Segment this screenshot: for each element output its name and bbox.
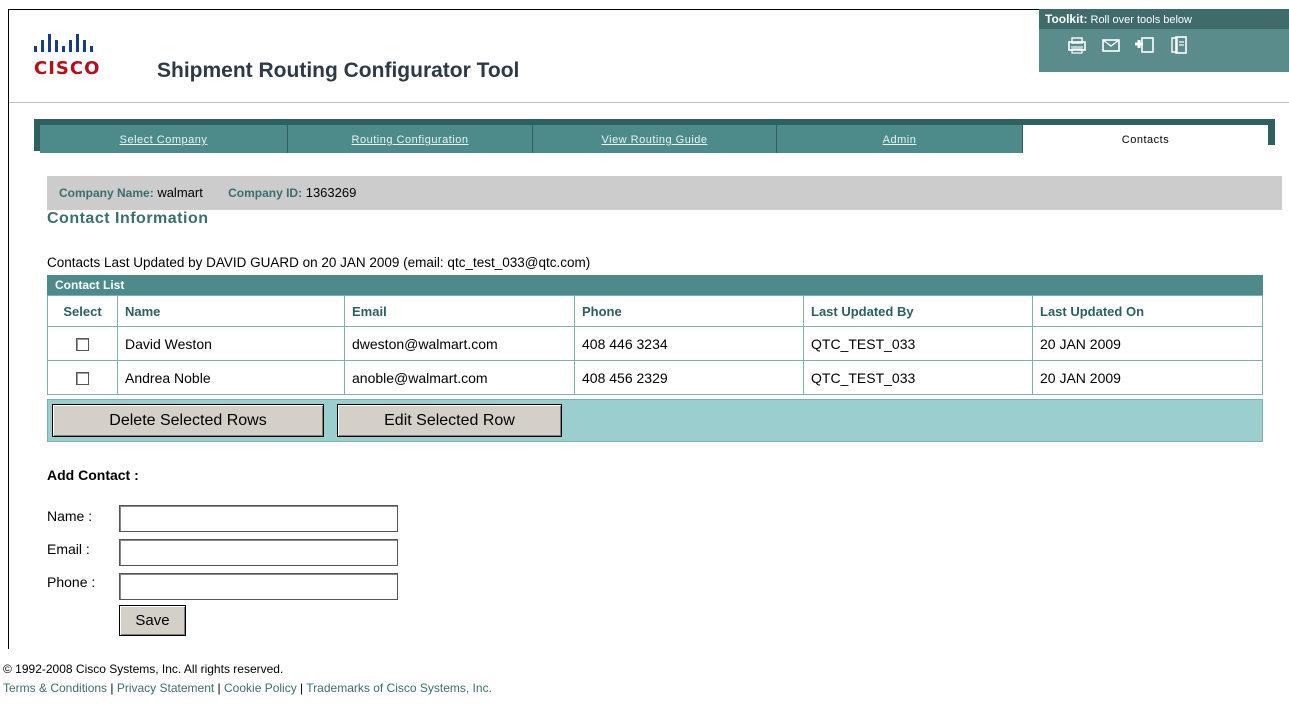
- contact-email-cell: anoble@walmart.com: [344, 360, 575, 395]
- column-header-email: Email: [344, 295, 575, 327]
- company-name-label: Company Name:: [59, 186, 154, 200]
- cisco-wordmark: CISCO: [34, 58, 101, 79]
- contact-updated-on-cell: 20 JAN 2009: [1032, 326, 1263, 361]
- contacts-table: Select Name Email Phone Last Updated By …: [47, 295, 1263, 395]
- tab-contacts[interactable]: Contacts: [1023, 125, 1268, 153]
- select-cell: [47, 360, 118, 395]
- column-header-last-updated-by: Last Updated By: [803, 295, 1033, 327]
- contact-updated-on-cell: 20 JAN 2009: [1032, 360, 1263, 395]
- contact-name-cell: Andrea Noble: [117, 360, 345, 395]
- toolkit-hint: Roll over tools below: [1090, 14, 1193, 26]
- tab-bar-frame-right: [1268, 119, 1275, 145]
- company-id-value: 1363269: [305, 185, 357, 200]
- table-row: David Weston dweston@walmart.com 408 446…: [47, 326, 1263, 361]
- toolkit-label: Toolkit:: [1045, 12, 1088, 26]
- app-title: Shipment Routing Configurator Tool: [157, 59, 520, 82]
- page-left-border: [8, 9, 9, 649]
- tab-bar: Select Company Routing Configuration Vie…: [40, 125, 1268, 153]
- column-header-select: Select: [47, 295, 118, 327]
- company-info-bar: Company Name: walmart Company ID: 136326…: [47, 176, 1282, 210]
- footer-link-privacy[interactable]: Privacy Statement: [117, 681, 214, 695]
- contact-name-cell: David Weston: [117, 326, 345, 361]
- table-row: Andrea Noble anoble@walmart.com 408 456 …: [47, 360, 1263, 395]
- add-contact-title: Add Contact :: [47, 467, 139, 483]
- cisco-logo-bars-icon: [34, 32, 144, 52]
- header-divider: [9, 102, 1289, 103]
- footer-link-terms[interactable]: Terms & Conditions: [3, 681, 107, 695]
- tab-select-company[interactable]: Select Company: [40, 125, 288, 153]
- column-header-name: Name: [117, 295, 345, 327]
- contact-phone-cell: 408 446 3234: [574, 326, 804, 361]
- column-header-last-updated-on: Last Updated On: [1032, 295, 1263, 327]
- contact-updated-by-cell: QTC_TEST_033: [803, 326, 1033, 361]
- company-id-label: Company ID:: [228, 186, 303, 200]
- contact-list-header: Contact List: [47, 275, 1263, 295]
- tab-view-routing-guide[interactable]: View Routing Guide: [533, 125, 777, 153]
- edit-selected-row-button[interactable]: Edit Selected Row: [337, 404, 562, 437]
- footer-link-trademarks[interactable]: Trademarks of Cisco Systems, Inc.: [306, 681, 492, 695]
- row-select-checkbox[interactable]: [76, 372, 89, 386]
- print-icon[interactable]: [1067, 35, 1087, 55]
- row-select-checkbox[interactable]: [76, 338, 89, 352]
- phone-label: Phone :: [47, 574, 96, 590]
- table-action-bar: Delete Selected Rows Edit Selected Row: [47, 399, 1263, 442]
- copyright-text: © 1992-2008 Cisco Systems, Inc. All righ…: [3, 662, 284, 676]
- toolkit-header: Toolkit: Roll over tools below: [1039, 9, 1289, 29]
- name-input[interactable]: [119, 505, 398, 532]
- email-input[interactable]: [119, 539, 398, 566]
- column-header-phone: Phone: [574, 295, 804, 327]
- contact-phone-cell: 408 456 2329: [574, 360, 804, 395]
- table-header-row: Select Name Email Phone Last Updated By …: [47, 295, 1263, 327]
- tab-routing-configuration[interactable]: Routing Configuration: [288, 125, 533, 153]
- email-icon[interactable]: [1101, 35, 1121, 55]
- select-cell: [47, 326, 118, 361]
- section-title: Contact Information: [47, 210, 209, 227]
- tab-admin[interactable]: Admin: [777, 125, 1023, 153]
- phone-input[interactable]: [119, 573, 398, 600]
- footer-link-cookie[interactable]: Cookie Policy: [224, 681, 297, 695]
- add-bookmark-icon[interactable]: [1135, 35, 1155, 55]
- last-updated-text: Contacts Last Updated by DAVID GUARD on …: [47, 255, 591, 270]
- delete-selected-rows-button[interactable]: Delete Selected Rows: [52, 404, 324, 437]
- contact-email-cell: dweston@walmart.com: [344, 326, 575, 361]
- document-icon[interactable]: [1169, 35, 1189, 55]
- footer-links: Terms & Conditions | Privacy Statement |…: [3, 681, 492, 695]
- cisco-logo: CISCO: [34, 32, 144, 82]
- contact-updated-by-cell: QTC_TEST_033: [803, 360, 1033, 395]
- toolkit-panel: Toolkit: Roll over tools below: [1039, 9, 1289, 72]
- company-name-value: walmart: [157, 185, 203, 200]
- email-label: Email :: [47, 541, 90, 557]
- name-label: Name :: [47, 508, 93, 524]
- save-button[interactable]: Save: [119, 605, 186, 636]
